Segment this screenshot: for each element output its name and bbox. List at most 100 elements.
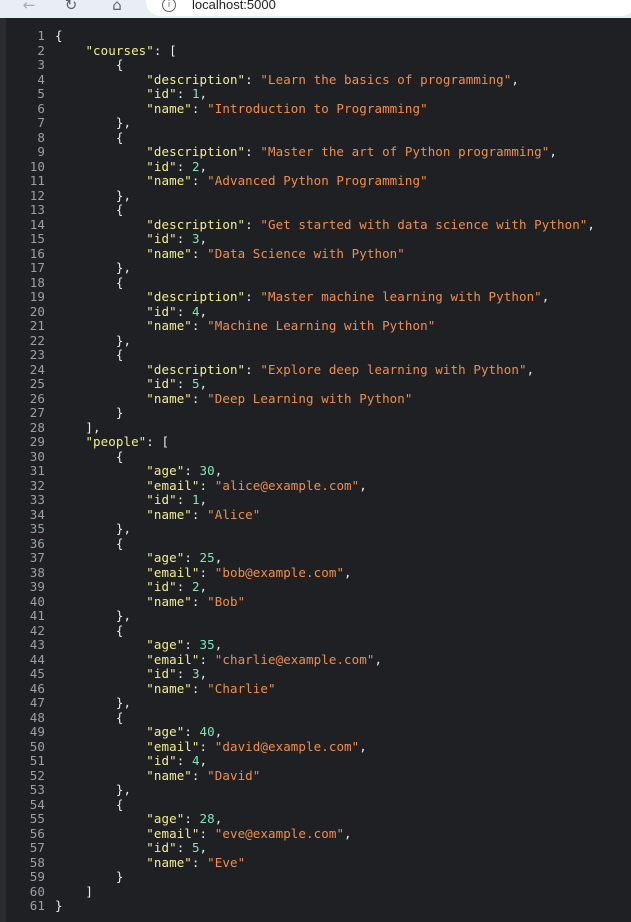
code-line: 22 }, bbox=[0, 332, 631, 349]
json-punctuation: : bbox=[176, 86, 192, 101]
json-punctuation bbox=[55, 579, 146, 594]
line-number: 59 bbox=[29, 869, 45, 884]
line-content: "description": "Explore deep learning wi… bbox=[55, 362, 534, 378]
json-key: "email" bbox=[146, 738, 200, 754]
code-line: 8 { bbox=[0, 130, 631, 146]
code-line: 59 } bbox=[0, 869, 631, 885]
json-punctuation bbox=[55, 739, 146, 754]
json-punctuation: { bbox=[55, 796, 124, 812]
line-content: "email": "eve@example.com", bbox=[55, 825, 352, 842]
line-number: 57 bbox=[29, 840, 45, 855]
json-punctuation: , bbox=[199, 158, 208, 174]
line-content: { bbox=[55, 274, 124, 291]
line-number: 22 bbox=[29, 332, 45, 348]
json-punctuation: : bbox=[191, 173, 208, 188]
json-punctuation bbox=[55, 376, 146, 391]
url-text[interactable]: localhost:5000 bbox=[192, 0, 276, 12]
json-string-value: "Alice" bbox=[207, 506, 261, 522]
line-number: 1 bbox=[37, 28, 45, 43]
json-punctuation: : bbox=[199, 738, 215, 754]
line-content: "name": "Alice" bbox=[55, 506, 261, 523]
code-line: 34 "name": "Alice" bbox=[0, 506, 631, 523]
line-content: "id": 2, bbox=[55, 158, 208, 175]
json-punctuation: : bbox=[199, 825, 215, 841]
json-key: "courses" bbox=[85, 42, 154, 58]
line-number: 41 bbox=[29, 608, 45, 623]
line-content: "id": 4, bbox=[55, 303, 207, 320]
code-line: 13 { bbox=[0, 202, 631, 218]
json-punctuation: : bbox=[191, 767, 208, 783]
line-number: 36 bbox=[29, 535, 45, 551]
back-arrow-icon[interactable]: ← bbox=[18, 0, 40, 14]
json-number-value: 30 bbox=[199, 463, 215, 478]
json-key: "id" bbox=[146, 303, 177, 319]
json-number-value: 1 bbox=[191, 492, 200, 507]
line-content: "name": "Eve" bbox=[55, 855, 245, 871]
json-punctuation: , bbox=[344, 564, 352, 580]
json-number-value: 4 bbox=[191, 753, 200, 768]
line-content: "id": 2, bbox=[55, 579, 207, 595]
json-punctuation: : bbox=[191, 680, 208, 696]
browser-toolbar: ← ↻ ⌂ i localhost:5000 bbox=[0, 0, 631, 18]
json-punctuation: , bbox=[199, 666, 208, 681]
json-punctuation: , bbox=[359, 738, 367, 754]
line-number: 43 bbox=[29, 637, 45, 652]
line-number: 39 bbox=[29, 579, 45, 594]
json-punctuation: { bbox=[55, 202, 124, 217]
json-punctuation: : bbox=[176, 579, 192, 594]
line-content: } bbox=[55, 898, 63, 914]
json-punctuation: , bbox=[344, 825, 352, 841]
json-string-value: "Get started with data science with Pyth… bbox=[260, 216, 588, 232]
line-number: 2 bbox=[37, 42, 45, 58]
json-key: "description" bbox=[146, 289, 246, 304]
line-content: } bbox=[55, 405, 124, 421]
address-bar[interactable]: i localhost:5000 bbox=[146, 0, 631, 16]
line-number: 35 bbox=[29, 521, 45, 536]
json-punctuation bbox=[55, 594, 146, 609]
line-content: "name": "Introduction to Programming" bbox=[55, 100, 428, 117]
home-icon[interactable]: ⌂ bbox=[106, 0, 128, 14]
line-content: ], bbox=[55, 420, 101, 436]
line-content: "age": 28, bbox=[55, 811, 222, 827]
json-punctuation: } bbox=[55, 869, 124, 884]
json-number-value: 25 bbox=[199, 550, 215, 565]
json-punctuation: : bbox=[245, 71, 261, 87]
line-content: { bbox=[55, 623, 124, 639]
json-key: "email" bbox=[146, 651, 200, 667]
code-line: 4 "description": "Learn the basics of pr… bbox=[0, 71, 631, 88]
code-line: 50 "email": "david@example.com", bbox=[0, 738, 631, 755]
json-viewer: 1{2 "courses": [3 {4 "description": "Lea… bbox=[0, 18, 631, 922]
json-string-value: "david@example.com" bbox=[214, 738, 360, 754]
line-number: 37 bbox=[29, 550, 45, 565]
json-key: "email" bbox=[146, 477, 200, 493]
json-punctuation: : bbox=[184, 637, 200, 652]
json-punctuation: }, bbox=[55, 187, 132, 203]
json-punctuation bbox=[55, 507, 146, 522]
json-punctuation bbox=[55, 753, 146, 768]
code-line: 11 "name": "Advanced Python Programming" bbox=[0, 173, 631, 189]
line-content: "age": 30, bbox=[55, 463, 222, 479]
code-line: 42 { bbox=[0, 623, 631, 639]
json-string-value: "Introduction to Programming" bbox=[207, 100, 428, 116]
json-punctuation: }, bbox=[55, 608, 132, 623]
json-punctuation: { bbox=[55, 274, 124, 290]
json-punctuation: : bbox=[176, 492, 192, 507]
reload-icon[interactable]: ↻ bbox=[60, 0, 82, 14]
json-punctuation bbox=[55, 86, 146, 101]
line-content: { bbox=[55, 130, 124, 146]
json-key: "age" bbox=[146, 550, 185, 565]
info-icon[interactable]: i bbox=[162, 0, 176, 12]
json-punctuation: { bbox=[55, 28, 63, 43]
json-punctuation bbox=[55, 318, 146, 333]
code-line: 24 "description": "Explore deep learning… bbox=[0, 362, 631, 378]
line-number: 17 bbox=[29, 260, 45, 275]
line-number: 4 bbox=[37, 71, 45, 87]
json-punctuation: , bbox=[359, 477, 367, 493]
json-punctuation bbox=[55, 289, 146, 304]
json-string-value: "alice@example.com" bbox=[214, 477, 360, 493]
code-line: 49 "age": 40, bbox=[0, 724, 631, 740]
line-number: 3 bbox=[37, 57, 45, 72]
json-key: "name" bbox=[146, 173, 192, 188]
json-key: "name" bbox=[146, 100, 192, 116]
line-number: 19 bbox=[29, 289, 45, 304]
